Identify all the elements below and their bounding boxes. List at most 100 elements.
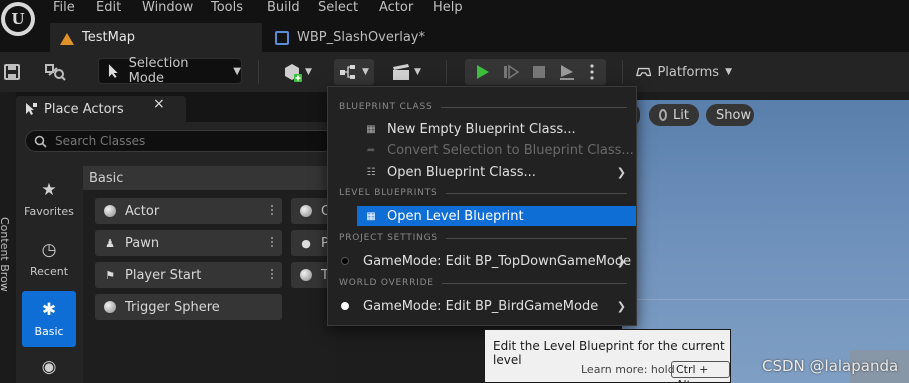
- add-cube-icon: [285, 64, 303, 82]
- tab-label: WBP_SlashOverlay*: [297, 30, 425, 45]
- watermark: CSDN @lalapanda: [762, 357, 899, 375]
- flag-icon: ⚑: [105, 268, 115, 282]
- sphere-icon: [103, 300, 117, 314]
- bullet-icon: [341, 302, 349, 310]
- eject-icon[interactable]: [553, 59, 581, 85]
- category-label: Favorites: [24, 205, 74, 218]
- platforms-dropdown[interactable]: Platforms ▼: [636, 59, 732, 85]
- stop-icon[interactable]: [525, 59, 553, 85]
- blueprint-nodes-icon: [340, 65, 356, 79]
- selection-mode-dropdown[interactable]: Selection Mode ▼: [98, 56, 242, 86]
- more-options-icon[interactable]: [581, 59, 603, 85]
- section-header: LEVEL BLUEPRINTS: [339, 188, 627, 198]
- category-recent[interactable]: ◷ Recent: [22, 231, 76, 287]
- menu-help[interactable]: Help: [433, 0, 463, 15]
- chevron-down-icon: ▼: [233, 65, 241, 77]
- open-blueprint-icon: ☷: [366, 166, 376, 178]
- section-header: WORLD OVERRIDE: [339, 278, 627, 288]
- menu-item-edit-topdown-gamemode[interactable]: GameMode: Edit BP_TopDownGameMode ❯: [328, 251, 636, 271]
- section-header: PROJECT SETTINGS: [339, 233, 627, 243]
- lightbulb-icon: ●: [301, 236, 311, 250]
- platforms-label: Platforms: [657, 64, 720, 80]
- search-input[interactable]: Search Classes: [25, 130, 335, 152]
- bullet-icon: [341, 257, 349, 265]
- tab-wbp-slashoverlay[interactable]: WBP_SlashOverlay*: [265, 23, 425, 52]
- panel-title: Place Actors: [44, 101, 124, 117]
- actor-item-pawn[interactable]: ♟ Pawn: [95, 230, 282, 256]
- section-header-label: LEVEL BLUEPRINTS: [339, 188, 438, 198]
- convert-arrow-icon: ➦: [366, 144, 376, 156]
- title-bar: U File Edit Window Tools Build Select Ac…: [0, 0, 909, 52]
- widget-blueprint-icon: [275, 30, 289, 45]
- selection-mode-label: Selection Mode: [128, 56, 189, 86]
- tab-testmap[interactable]: TestMap: [50, 23, 262, 52]
- blueprint-dropdown-menu: BLUEPRINT CLASS ▦ New Empty Blueprint Cl…: [327, 86, 637, 326]
- menu-item-label: New Empty Blueprint Class...: [387, 121, 576, 137]
- section-header: BLUEPRINT CLASS: [339, 102, 627, 112]
- show-flags-button[interactable]: Show: [706, 104, 754, 126]
- menu-select[interactable]: Select: [318, 0, 358, 15]
- cinematics-button[interactable]: ▼: [386, 59, 426, 85]
- gamepad-icon: [636, 67, 652, 77]
- unreal-logo-icon[interactable]: U: [1, 2, 35, 36]
- sphere-icon: [299, 268, 313, 282]
- place-actors-icon: [26, 103, 37, 115]
- menu-item-label: GameMode: Edit BP_BirdGameMode: [363, 298, 599, 314]
- menu-item-label: GameMode: Edit BP_TopDownGameMode: [363, 253, 632, 269]
- menu-actor[interactable]: Actor: [379, 0, 413, 15]
- category-label: Basic: [34, 325, 64, 338]
- left-dock-strip: Content Brow: [0, 92, 14, 383]
- menu-item-label: Convert Selection to Blueprint Class...: [387, 142, 634, 158]
- menu-build[interactable]: Build: [267, 0, 300, 15]
- toolbar-divider: [622, 60, 623, 84]
- close-icon[interactable]: ×: [153, 96, 165, 112]
- save-icon[interactable]: [0, 59, 24, 85]
- menu-item-new-empty-blueprint-class[interactable]: ▦ New Empty Blueprint Class...: [328, 119, 636, 139]
- menu-window[interactable]: Window: [142, 0, 193, 15]
- horizon-line: [622, 299, 909, 300]
- blueprint-menu-button[interactable]: ▼: [334, 59, 374, 85]
- menu-edit[interactable]: Edit: [96, 0, 121, 15]
- actor-label: Pawn: [125, 235, 160, 251]
- category-favorites[interactable]: ★ Favorites: [22, 171, 76, 227]
- browse-level-icon[interactable]: [40, 59, 70, 85]
- actor-item-player-start[interactable]: ⚑ Player Start: [95, 262, 282, 288]
- pawn-icon: ♟: [105, 236, 115, 250]
- menu-item-convert-selection: ➦ Convert Selection to Blueprint Class..…: [328, 140, 636, 160]
- actor-item-trigger-sphere[interactable]: Trigger Sphere: [95, 294, 282, 320]
- section-header-label: WORLD OVERRIDE: [339, 278, 434, 288]
- drag-handle-icon[interactable]: [270, 268, 274, 281]
- drag-handle-icon[interactable]: [270, 236, 274, 249]
- menu-file[interactable]: File: [53, 0, 75, 15]
- search-icon: [34, 135, 47, 148]
- search-placeholder: Search Classes: [55, 134, 146, 148]
- category-basic[interactable]: ✱ Basic: [22, 291, 76, 347]
- lightbulb-icon: ◉: [41, 356, 57, 377]
- chevron-right-icon: ❯: [616, 165, 626, 179]
- toolbar-divider: [446, 60, 447, 84]
- level-blueprint-icon: ▦: [366, 210, 376, 222]
- menu-item-open-level-blueprint[interactable]: ▦ Open Level Blueprint: [357, 206, 636, 226]
- menu-item-label: Open Level Blueprint: [387, 208, 524, 224]
- play-icon[interactable]: [469, 59, 497, 85]
- chevron-down-icon: ▼: [725, 67, 732, 77]
- add-content-button[interactable]: ▼: [278, 59, 316, 85]
- category-lights[interactable]: ◉: [22, 355, 76, 383]
- play-controls: [465, 59, 606, 85]
- advance-frame-icon[interactable]: [497, 59, 525, 85]
- place-actors-panel: Place Actors × Search Classes ★ Favorite…: [16, 92, 336, 383]
- menu-item-edit-bird-gamemode[interactable]: GameMode: Edit BP_BirdGameMode ❯: [328, 296, 636, 316]
- tooltip: Edit the Level Blueprint for the current…: [484, 329, 731, 383]
- tooltip-shortcut: Ctrl + Alt: [671, 361, 730, 383]
- lit-mode-button[interactable]: Lit: [649, 104, 699, 126]
- chevron-down-icon: ▼: [362, 67, 369, 77]
- drag-handle-icon[interactable]: [270, 204, 274, 217]
- section-header-label: BLUEPRINT CLASS: [339, 102, 433, 112]
- lit-sphere-icon: [659, 109, 668, 121]
- menu-item-open-blueprint-class[interactable]: ☷ Open Blueprint Class... ❯: [328, 162, 636, 182]
- menu-tools[interactable]: Tools: [211, 0, 243, 15]
- clock-icon: ◷: [41, 240, 57, 260]
- chevron-right-icon: ❯: [616, 254, 626, 268]
- content-browser-tab[interactable]: Content Brow: [0, 217, 11, 292]
- actor-item-actor[interactable]: Actor: [95, 198, 282, 224]
